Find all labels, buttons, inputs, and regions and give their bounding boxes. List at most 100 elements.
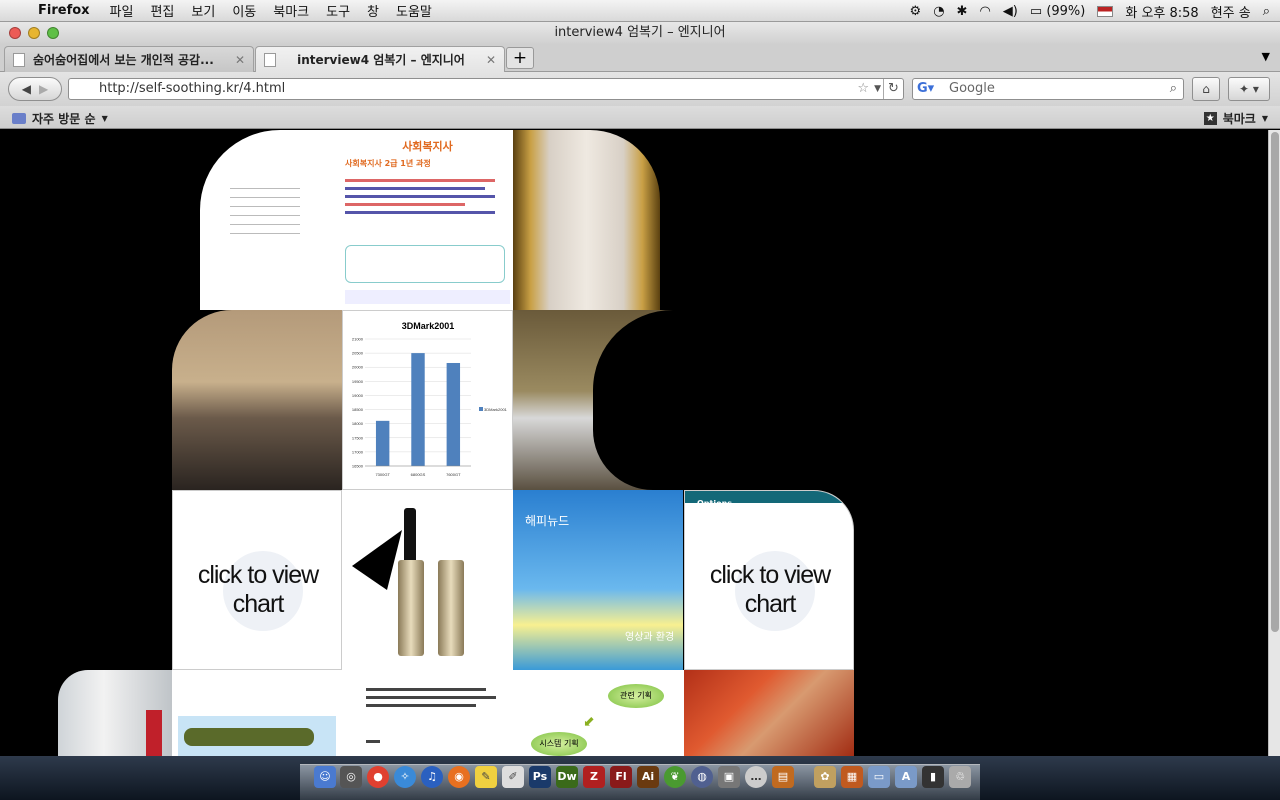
poster-subtitle: 사회복지사 — [402, 140, 453, 153]
photoshop-icon[interactable]: Ps — [529, 766, 551, 788]
menu-bookmarks[interactable]: 북마크 — [273, 1, 309, 20]
menu-view[interactable]: 보기 — [191, 1, 215, 20]
vertical-scrollbar[interactable] — [1268, 130, 1280, 756]
applications-folder-icon[interactable]: A — [895, 766, 917, 788]
menu-help[interactable]: 도움말 — [396, 1, 432, 20]
illustrator-icon[interactable]: Ai — [637, 766, 659, 788]
document-tile[interactable] — [342, 670, 513, 756]
menuextra-icon[interactable]: ⚙ — [910, 4, 922, 19]
text-list-lines — [200, 170, 310, 300]
sky-illustration[interactable]: 해피뉴드 영상과 환경 — [513, 490, 683, 670]
menu-edit[interactable]: 편집 — [150, 1, 174, 20]
tab-interview4[interactable]: interview4 엄복기 – 엔지니어 ✕ — [255, 46, 505, 72]
legend-label: 3DMark2001 — [484, 407, 508, 412]
preview-icon[interactable]: ▤ — [772, 766, 794, 788]
dreamweaver-icon[interactable]: Dw — [556, 766, 578, 788]
volume-icon[interactable]: ◀) — [1003, 4, 1018, 19]
hall-curtain-photo[interactable] — [513, 130, 660, 310]
tab-bar: 숨어숨어집에서 보는 개인적 공감... ✕ interview4 엄복기 – … — [0, 44, 1280, 72]
menu-tools[interactable]: 도구 — [326, 1, 350, 20]
close-window-button[interactable] — [9, 27, 21, 39]
terminal-icon[interactable]: ▮ — [922, 766, 944, 788]
filezilla-icon[interactable]: Z — [583, 766, 605, 788]
document-text-line — [366, 704, 476, 707]
helicopter-photo[interactable] — [172, 670, 342, 756]
chart-preview-tile-2[interactable]: Options click to view chart — [684, 490, 854, 670]
spotlight-icon[interactable]: ⌕ — [1263, 4, 1270, 19]
back-icon[interactable]: ◀ — [22, 82, 31, 96]
close-tab-icon[interactable]: ✕ — [486, 53, 496, 67]
most-visited-label: 자주 방문 순 — [32, 112, 96, 126]
leaf-app-icon[interactable]: ❦ — [664, 766, 686, 788]
forward-icon[interactable]: ▶ — [39, 82, 48, 96]
minimize-window-button[interactable] — [28, 27, 40, 39]
sky-text: 해피뉴드 — [525, 514, 570, 528]
input-flag-icon[interactable] — [1097, 5, 1114, 17]
url-bar[interactable]: http://self-soothing.kr/4.html ☆ ▼ ↻ — [68, 78, 904, 100]
close-tab-icon[interactable]: ✕ — [235, 53, 245, 67]
menu-file[interactable]: 파일 — [110, 1, 134, 20]
flash-icon[interactable]: Fl — [610, 766, 632, 788]
wifi-icon[interactable]: ◠ — [979, 4, 990, 19]
office-photo[interactable] — [58, 670, 172, 756]
finder-icon[interactable]: ☺ — [314, 766, 336, 788]
globe-icon[interactable]: ◍ — [691, 766, 713, 788]
photo-app-icon[interactable]: ▣ — [718, 766, 740, 788]
search-icon[interactable]: ⌕ — [1170, 79, 1177, 99]
url-history-dropdown-icon[interactable]: ▼ — [874, 79, 881, 99]
menubar-clock[interactable]: 화 오후 8:58 — [1125, 2, 1198, 21]
tab-blog[interactable]: 숨어숨어집에서 보는 개인적 공감... ✕ — [4, 46, 254, 72]
trash-icon[interactable]: ♲ — [949, 766, 971, 788]
bar-chart-tile[interactable]: 3DMark2001 16500 17000 17500 18000 18500 1900… — [342, 310, 513, 490]
new-tab-button[interactable]: + — [506, 47, 534, 69]
tab-list-icon[interactable]: ▼ — [1262, 50, 1270, 63]
google-engine-icon[interactable]: G▾ — [917, 79, 934, 99]
options-label[interactable]: Options — [697, 499, 732, 508]
flow-node-1: 관련 기획 — [608, 684, 664, 708]
safari-icon[interactable]: ✧ — [394, 766, 416, 788]
eyeliner-photo[interactable] — [342, 490, 513, 670]
battery-status[interactable]: ▭ (99%) — [1030, 4, 1085, 19]
menu-history[interactable]: 이동 — [232, 1, 256, 20]
back-forward-buttons: ◀ ▶ — [8, 77, 62, 101]
bookmark-star-icon[interactable]: ☆ — [857, 79, 869, 99]
timemachine-icon[interactable]: ◔ — [933, 4, 944, 19]
home-button[interactable]: ⌂ — [1192, 77, 1220, 101]
scrollbar-thumb[interactable] — [1271, 132, 1279, 632]
stickies-icon[interactable]: ✎ — [475, 766, 497, 788]
y-tick-label: 17000 — [352, 449, 364, 454]
app-menu[interactable]: Firefox — [38, 3, 90, 18]
x-tick-label: 6800GS — [411, 472, 426, 477]
chart-preview-tile-1[interactable]: click to view chart — [172, 490, 342, 670]
zoom-window-button[interactable] — [47, 27, 59, 39]
itunes-icon[interactable]: ♫ — [421, 766, 443, 788]
bookmarks-menu-button[interactable]: ★ 북마크 ▼ — [1203, 110, 1268, 127]
most-visited-folder[interactable]: 자주 방문 순 ▼ — [12, 110, 108, 127]
reload-icon[interactable]: ↻ — [883, 79, 903, 99]
chat-icon[interactable]: … — [745, 766, 767, 788]
bluetooth-icon[interactable]: ✱ — [957, 4, 968, 19]
child-drawing-photo[interactable] — [684, 670, 854, 756]
chrome-icon[interactable]: ● — [367, 766, 389, 788]
poster-footer — [345, 290, 510, 304]
menu-window[interactable]: 창 — [367, 1, 379, 20]
macos-dock: ☺ ◎ ● ✧ ♫ ◉ ✎ ✐ Ps Dw Z Fl Ai ❦ ◍ ▣ … ▤ … — [0, 756, 1280, 800]
folder-icon[interactable]: ▭ — [868, 766, 890, 788]
dashboard-icon[interactable]: ◎ — [340, 766, 362, 788]
piazza-photo[interactable] — [172, 310, 342, 490]
click-to-view-chart-label: click to view chart — [197, 561, 319, 618]
app2-icon[interactable]: ▦ — [841, 766, 863, 788]
search-bar[interactable]: G▾ Google ⌕ — [912, 78, 1184, 100]
choir-photo[interactable] — [513, 310, 683, 490]
firefox-icon[interactable]: ◉ — [448, 766, 470, 788]
sky-text-2: 영상과 환경 — [625, 632, 675, 643]
poster-tile[interactable]: 사회복지사 사회복지사 2급 1년 과정 — [200, 130, 514, 310]
y-tick-label: 18500 — [352, 407, 364, 412]
flowchart-tile[interactable]: 관련 기획 ⬋ 시스템 기획 — [513, 670, 684, 756]
app-icon[interactable]: ✿ — [814, 766, 836, 788]
textedit-icon[interactable]: ✐ — [502, 766, 524, 788]
page-icon — [264, 52, 276, 67]
chart-bar — [411, 353, 425, 466]
addon-button[interactable]: ✦ ▾ — [1228, 77, 1270, 101]
menubar-user[interactable]: 현주 송 — [1211, 2, 1251, 21]
